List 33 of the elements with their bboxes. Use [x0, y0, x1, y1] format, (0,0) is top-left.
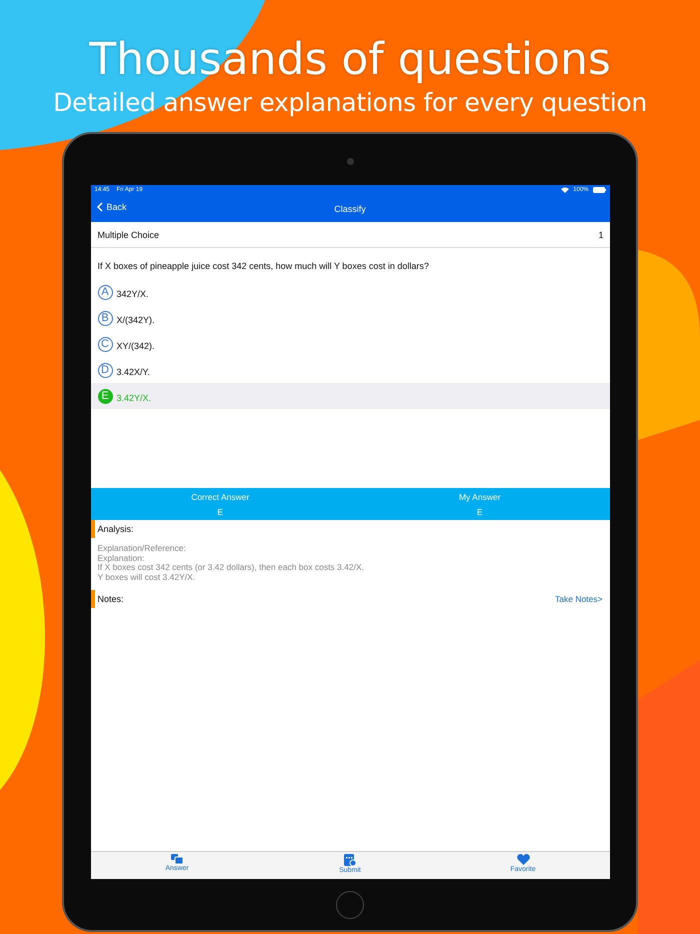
explanation-line: Y boxes will cost 3.42Y/X. [98, 572, 196, 582]
section-header: Notes: [90, 590, 124, 608]
question-text: If X boxes of pineapple juice cost 342 cents, how much will Y boxes cost in dollars? [96, 260, 430, 273]
option-letter: B [98, 310, 112, 326]
question-type: Multiple Choice [98, 230, 160, 240]
qa-icon [171, 854, 183, 864]
section-header: Analysis: [90, 520, 610, 538]
form-check-icon [344, 854, 356, 866]
nav-title: Classify [334, 204, 366, 214]
answer-value: E [476, 506, 483, 516]
question-number: 1 [598, 230, 604, 240]
option-letter: E [98, 388, 112, 404]
back-button[interactable]: Back [96, 202, 127, 212]
explanation-line: If X boxes cost 342 cents (or 3.42 dollars), then each box costs 3.42/X. [98, 563, 365, 572]
battery-icon [592, 187, 606, 193]
wifi-icon [561, 187, 570, 193]
explanation-line: Explanation/Reference: [98, 544, 187, 554]
subheadline: Detailed answer explanations for every question [53, 87, 647, 119]
answer-option[interactable]: D 3.42X/Y. [90, 357, 610, 383]
option-letter: C [98, 336, 112, 352]
camera-icon [346, 158, 354, 165]
heart-icon [516, 854, 530, 865]
answer-option[interactable]: A 342Y/X. [90, 279, 610, 305]
option-letter: D [98, 362, 112, 378]
answer-option[interactable]: B X/(342Y). [90, 305, 610, 331]
take-notes-link[interactable]: Take Notes> [555, 594, 602, 604]
answer-option[interactable]: C XY/(342). [90, 331, 610, 357]
option-letter: A [98, 284, 112, 300]
answer-label: Correct Answer [191, 492, 250, 502]
answer-value: E [217, 506, 224, 516]
answer-label: My Answer [458, 492, 501, 502]
back-chevron-icon [96, 202, 102, 212]
explanation-line: Explanation: [98, 554, 144, 563]
